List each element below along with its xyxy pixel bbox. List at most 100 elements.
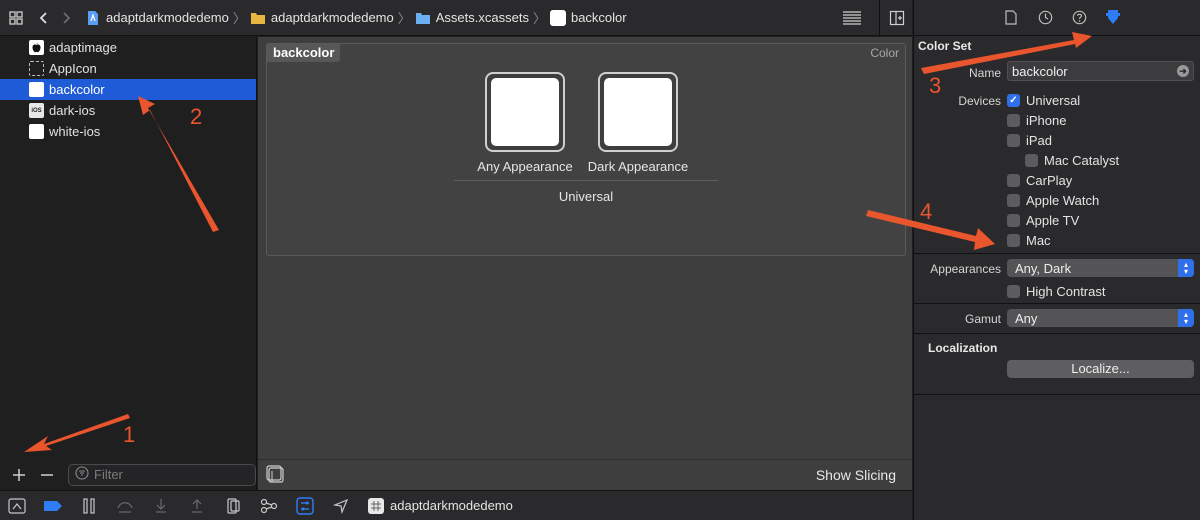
quick-help-icon[interactable] [1069,8,1089,28]
pause-icon[interactable] [78,495,100,517]
annotation-label-4: 4 [920,199,933,224]
asset-editor: backcolor Color Any Appearance Dark Appe… [258,37,912,459]
device-iphone-checkbox[interactable]: iPhone [1007,113,1066,128]
nav-item-white-ios[interactable]: white-ios [0,121,256,142]
step-out-icon[interactable] [186,495,208,517]
any-appearance-well[interactable] [485,72,565,152]
back-chevron-icon[interactable] [33,7,55,29]
editor-options-icon[interactable] [841,7,863,29]
sidebar-toggle-icon[interactable] [266,465,286,485]
device-mac-checkbox[interactable]: Mac [1007,233,1051,248]
checkbox-label: iPad [1026,133,1053,148]
checkbox-label: High Contrast [1026,284,1106,299]
hide-debug-area-icon[interactable] [6,495,28,517]
scheme-name: adaptdarkmodedemo [390,498,513,513]
breadcrumb-color-set[interactable]: backcolor [549,9,627,26]
updown-chevron-icon: ▴ ▾ [1178,259,1194,277]
remove-asset-button[interactable] [36,464,58,486]
checkbox-box [1007,194,1020,207]
checkbox-box [1007,174,1020,187]
dark-appearance-well[interactable] [598,72,678,152]
appicon-placeholder-icon [29,61,44,76]
step-into-icon[interactable] [150,495,172,517]
section-divider [914,303,1200,304]
nav-item-adaptimage[interactable]: adaptimage [0,37,256,58]
checkbox-label: Apple Watch [1026,193,1100,208]
color-set-type: Color [870,46,899,60]
color-set-box: backcolor Color Any Appearance Dark Appe… [266,43,906,256]
color-swatch-icon [29,82,44,97]
breadcrumb-separator: 〉 [532,11,546,26]
high-contrast-checkbox[interactable]: High Contrast [1007,284,1105,299]
device-carplay-checkbox[interactable]: CarPlay [1007,173,1072,188]
environment-overrides-icon[interactable] [294,495,316,517]
add-asset-button[interactable] [8,464,30,486]
view-hierarchy-icon[interactable] [222,495,244,517]
breadcrumb-label: Assets.xcassets [435,10,529,25]
well-label: Dark Appearance [587,159,689,174]
section-divider [914,394,1200,395]
scheme-target[interactable]: adaptdarkmodedemo [368,497,513,514]
device-apple-tv-checkbox[interactable]: Apple TV [1007,213,1079,228]
file-inspector-icon[interactable] [1001,8,1021,28]
appearances-popup[interactable]: Any, Dark ▴ ▾ [1007,259,1194,277]
well-label: Any Appearance [477,159,573,174]
jump-bar: adaptdarkmodedemo 〉 adaptdarkmodedemo 〉 … [0,0,912,36]
project-icon [85,10,101,26]
memory-graph-icon[interactable] [258,495,280,517]
checkbox-box [1007,234,1020,247]
group-divider [454,180,718,181]
step-over-icon[interactable] [114,495,136,517]
apple-image-icon [29,40,44,55]
debug-bar: adaptdarkmodedemo [0,490,912,520]
localize-button[interactable]: Localize... [1007,360,1194,378]
add-editor-icon[interactable] [886,7,908,29]
folder-icon [250,10,266,26]
name-field[interactable]: ➜ [1007,61,1194,81]
history-inspector-icon[interactable] [1035,8,1055,28]
checkmark-icon: ✓ [1007,94,1020,107]
updown-chevron-icon: ▴ ▾ [1178,309,1194,327]
show-slicing-button[interactable]: Show Slicing [816,467,896,483]
checkbox-label: Apple TV [1026,213,1080,228]
device-ipad-checkbox[interactable]: iPad [1007,133,1052,148]
related-items-grid-icon[interactable] [5,7,27,29]
name-label: Name [968,66,1001,80]
navigator-footer [0,459,257,490]
nav-item-dark-ios[interactable]: iOS dark-ios [0,100,256,121]
breakpoints-icon[interactable] [42,495,64,517]
breadcrumb-asset-catalog[interactable]: Assets.xcassets [415,10,529,26]
breadcrumb-folder[interactable]: adaptdarkmodedemo [250,10,394,26]
device-mac-catalyst-checkbox[interactable]: Mac Catalyst [1025,153,1119,168]
devices-label: Devices [958,94,1001,108]
device-apple-watch-checkbox[interactable]: Apple Watch [1007,193,1099,208]
nav-item-label: dark-ios [49,103,96,118]
nav-item-appicon[interactable]: AppIcon [0,58,256,79]
checkbox-box [1007,285,1020,298]
popup-value: Any, Dark [1015,260,1072,276]
app-target-icon [368,497,384,514]
checkbox-label: iPhone [1026,113,1067,128]
attributes-inspector-icon[interactable] [1103,8,1123,28]
ios-image-icon: iOS [29,103,44,118]
nav-item-backcolor[interactable]: backcolor [0,79,256,100]
gamut-popup[interactable]: Any ▴ ▾ [1007,309,1194,327]
filter-input[interactable] [94,467,244,482]
checkbox-box [1025,154,1038,167]
popup-value: Any [1015,310,1038,326]
breadcrumb-label: backcolor [570,10,627,25]
device-universal-checkbox[interactable]: ✓ Universal [1007,93,1080,108]
checkbox-label: CarPlay [1026,173,1073,188]
annotation-label-3: 3 [929,73,942,98]
forward-chevron-icon[interactable] [55,7,77,29]
name-input[interactable] [1012,63,1172,79]
breadcrumb-label: adaptdarkmodedemo [106,10,229,25]
go-arrow-icon[interactable]: ➜ [1177,65,1189,77]
simulate-location-icon[interactable] [330,495,352,517]
annotation-label-1: 1 [123,422,136,447]
filter-icon [75,466,89,483]
breadcrumb-project[interactable]: adaptdarkmodedemo [85,10,229,26]
nav-item-label: AppIcon [49,61,97,76]
section-divider [914,333,1200,334]
filter-field[interactable] [68,463,256,486]
